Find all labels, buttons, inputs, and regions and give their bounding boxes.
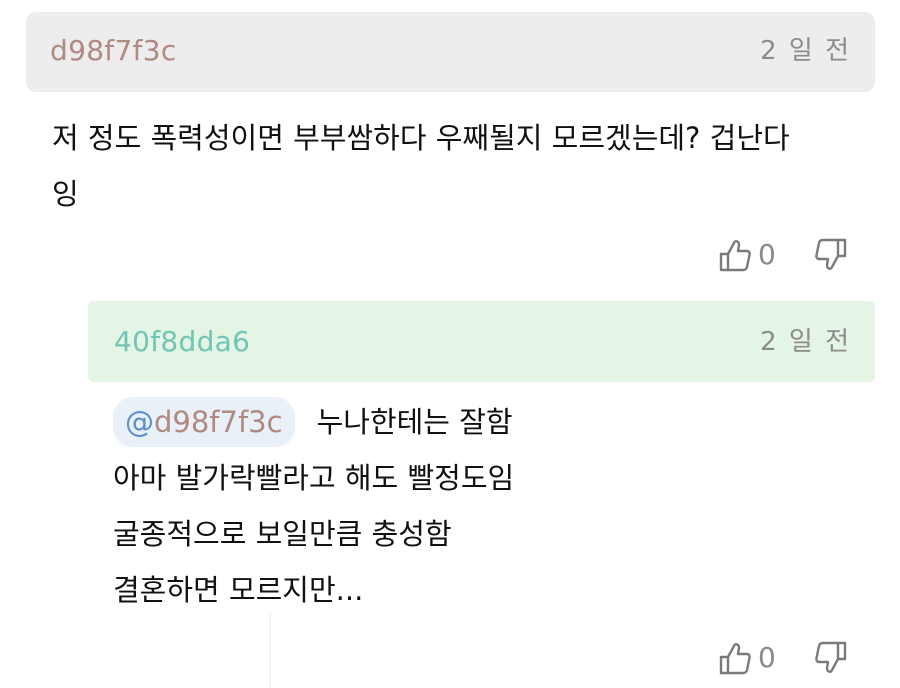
- comment-timestamp: 2 일 전: [760, 36, 851, 66]
- reply-text-line: 아마 발가락빨라고 해도 빨정도임: [113, 461, 515, 495]
- reply-text-segment: 누나한테는 잘함: [316, 405, 513, 439]
- reply-text-line: 결혼하면 모르지만...: [113, 573, 364, 607]
- comment-actions: 0: [718, 235, 848, 275]
- mention-tag[interactable]: @d98f7f3c: [113, 397, 295, 447]
- thumbs-up-icon[interactable]: [718, 237, 752, 273]
- thumbs-up-icon[interactable]: [718, 640, 752, 676]
- reply-text: @d98f7f3c 누나한테는 잘함 아마 발가락빨라고 해도 빨정도임 굴종적으…: [113, 394, 873, 618]
- reply-actions: 0: [718, 638, 848, 678]
- comment-text-line: 잉: [52, 177, 79, 211]
- comment-header: d98f7f3c 2 일 전: [26, 12, 875, 92]
- like-count: 0: [758, 238, 776, 271]
- comment-text-line: 저 정도 폭력성이면 부부쌈하다 우째될지 모르겠는데? 겁난다: [52, 121, 790, 155]
- reply-text-line: @d98f7f3c 누나한테는 잘함: [113, 394, 873, 450]
- reply-header: 40f8dda6 2 일 전: [88, 301, 875, 382]
- reply-author[interactable]: 40f8dda6: [114, 325, 250, 359]
- reply-timestamp: 2 일 전: [760, 327, 851, 357]
- mention-at-symbol: @: [125, 405, 154, 439]
- thumbs-down-icon[interactable]: [814, 640, 848, 676]
- comment-author[interactable]: d98f7f3c: [50, 34, 177, 68]
- mention-name: d98f7f3c: [154, 405, 283, 439]
- thumbs-down-icon[interactable]: [814, 237, 848, 273]
- thread-divider: [270, 612, 271, 688]
- comment-text: 저 정도 폭력성이면 부부쌈하다 우째될지 모르겠는데? 겁난다 잉: [52, 110, 882, 222]
- reply-text-line: 굴종적으로 보일만큼 충성함: [113, 517, 452, 551]
- like-count: 0: [758, 641, 776, 674]
